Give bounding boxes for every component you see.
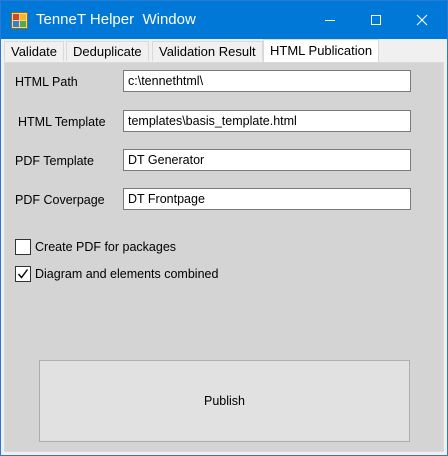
tab-strip: Validate Deduplicate Validation Result H…: [2, 39, 446, 63]
pdf-template-label: PDF Template: [15, 154, 94, 168]
app-window: TenneT Helper Window Validate Deduplicat…: [0, 0, 448, 456]
tab-validation-result[interactable]: Validation Result: [152, 41, 263, 61]
tab-validate[interactable]: Validate: [4, 41, 65, 61]
html-publication-panel: HTML Path HTML Template PDF Template PDF…: [4, 62, 444, 452]
minimize-button[interactable]: [307, 1, 353, 39]
html-path-label: HTML Path: [15, 75, 78, 89]
pdf-template-field[interactable]: [123, 149, 411, 171]
checkmark-icon: [17, 269, 29, 279]
pdf-coverpage-field[interactable]: [123, 188, 411, 210]
html-template-field[interactable]: [123, 110, 411, 132]
tab-html-publication[interactable]: HTML Publication: [263, 39, 380, 62]
diagram-combined-checkbox[interactable]: [15, 266, 31, 282]
close-icon: [416, 14, 428, 26]
publish-button[interactable]: Publish: [39, 360, 410, 442]
app-icon: [11, 12, 28, 29]
diagram-combined-label[interactable]: Diagram and elements combined: [35, 267, 218, 281]
close-button[interactable]: [399, 1, 445, 39]
tab-deduplicate[interactable]: Deduplicate: [66, 41, 149, 61]
maximize-button[interactable]: [353, 1, 399, 39]
create-pdf-checkbox[interactable]: [15, 239, 31, 255]
title-bar[interactable]: TenneT Helper Window: [1, 1, 447, 39]
minimize-icon: [325, 20, 335, 21]
html-path-field[interactable]: [123, 70, 411, 92]
pdf-coverpage-label: PDF Coverpage: [15, 193, 105, 207]
create-pdf-label[interactable]: Create PDF for packages: [35, 240, 176, 254]
window-title: TenneT Helper Window: [36, 11, 196, 28]
html-template-label: HTML Template: [18, 115, 106, 129]
maximize-icon: [371, 15, 381, 25]
